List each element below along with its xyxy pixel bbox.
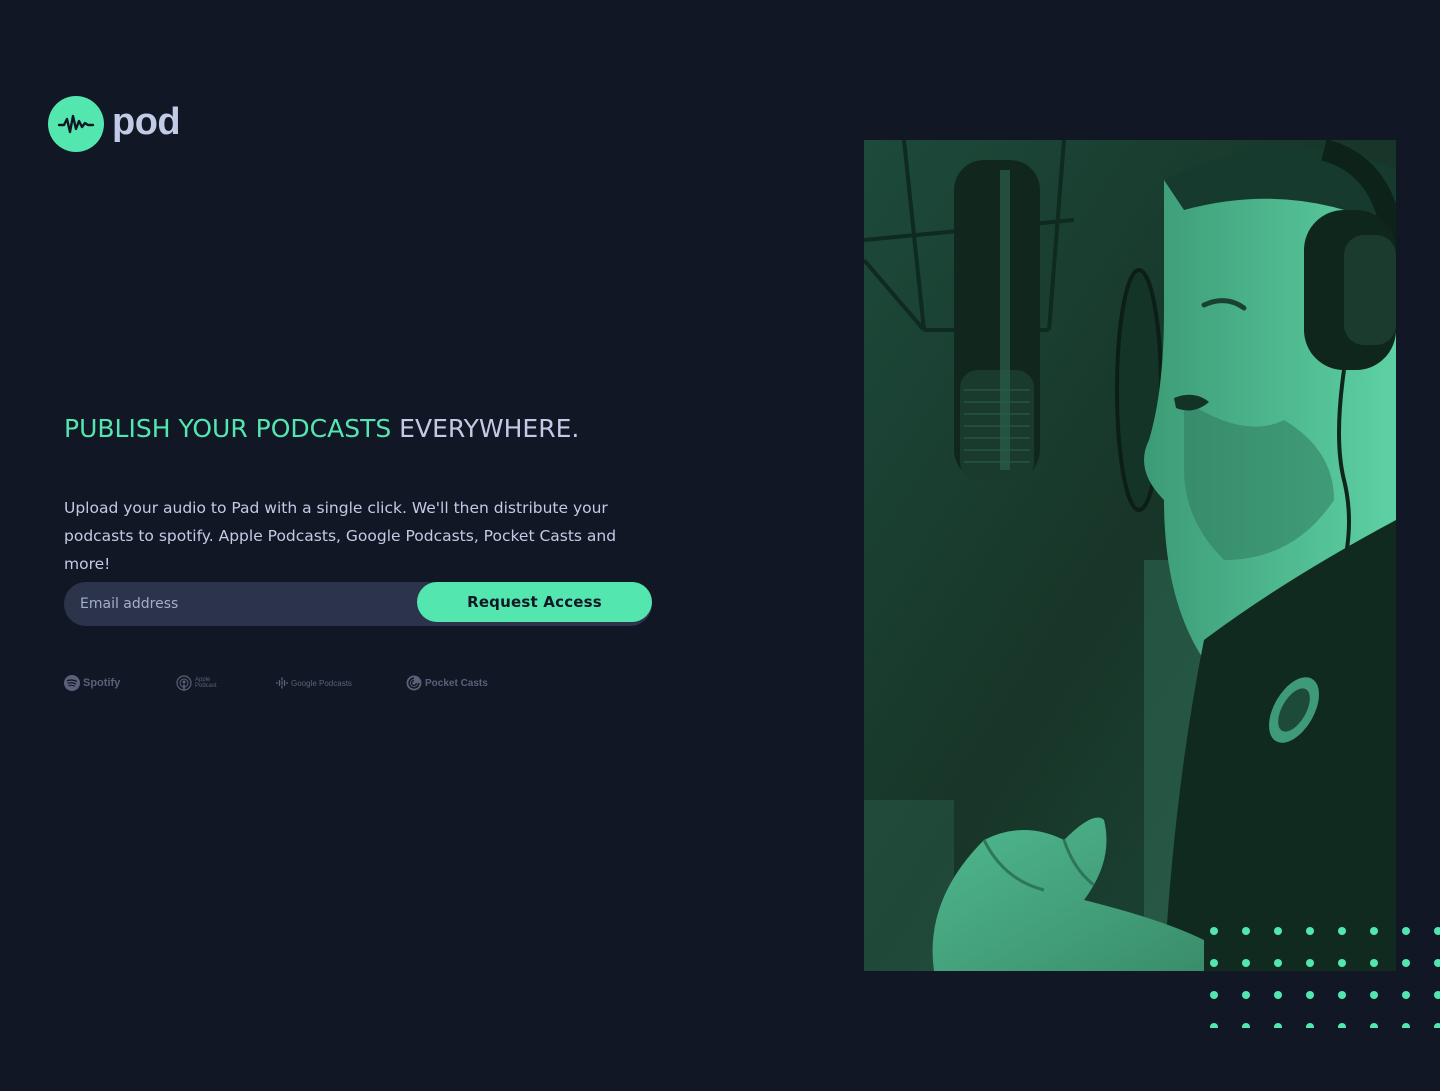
platform-logos: Spotify Apple Podcast Google Podcasts Po… xyxy=(64,672,488,694)
platform-google-podcasts: Google Podcasts xyxy=(276,677,406,689)
platform-spotify: Spotify xyxy=(64,675,176,691)
spotify-label: Spotify xyxy=(83,677,121,689)
brand-name: pod xyxy=(112,101,181,143)
brand-logo[interactable]: pod xyxy=(48,96,181,152)
google-podcasts-label: Google Podcasts xyxy=(291,678,352,688)
platform-pocket-casts: Pocket Casts xyxy=(406,675,488,691)
request-access-form: Request Access xyxy=(64,582,652,626)
page-title: PUBLISH YOUR PODCASTS EVERYWHERE. xyxy=(64,414,579,443)
hero-image xyxy=(864,140,1396,971)
headline-rest: EVERYWHERE. xyxy=(399,414,580,443)
request-access-button[interactable]: Request Access xyxy=(417,582,652,622)
apple-podcasts-icon xyxy=(176,674,192,691)
spotify-icon xyxy=(64,675,80,691)
landing-page: pod PUBLISH YOUR PODCASTS EVERYWHERE. Up… xyxy=(0,0,1440,1091)
pocket-casts-icon xyxy=(406,675,422,691)
decorative-dot-pattern xyxy=(1206,926,1440,1028)
google-podcasts-icon xyxy=(276,677,288,689)
email-input[interactable] xyxy=(64,582,414,626)
pocket-casts-label: Pocket Casts xyxy=(425,677,488,689)
waveform-icon xyxy=(48,96,104,152)
apple-label-line2: Podcast xyxy=(195,683,217,689)
apple-podcasts-label: Apple Podcast xyxy=(195,677,217,689)
headline-accent: PUBLISH YOUR PODCASTS xyxy=(64,414,392,443)
platform-apple-podcasts: Apple Podcast xyxy=(176,674,276,692)
page-description: Upload your audio to Pad with a single c… xyxy=(64,499,617,573)
